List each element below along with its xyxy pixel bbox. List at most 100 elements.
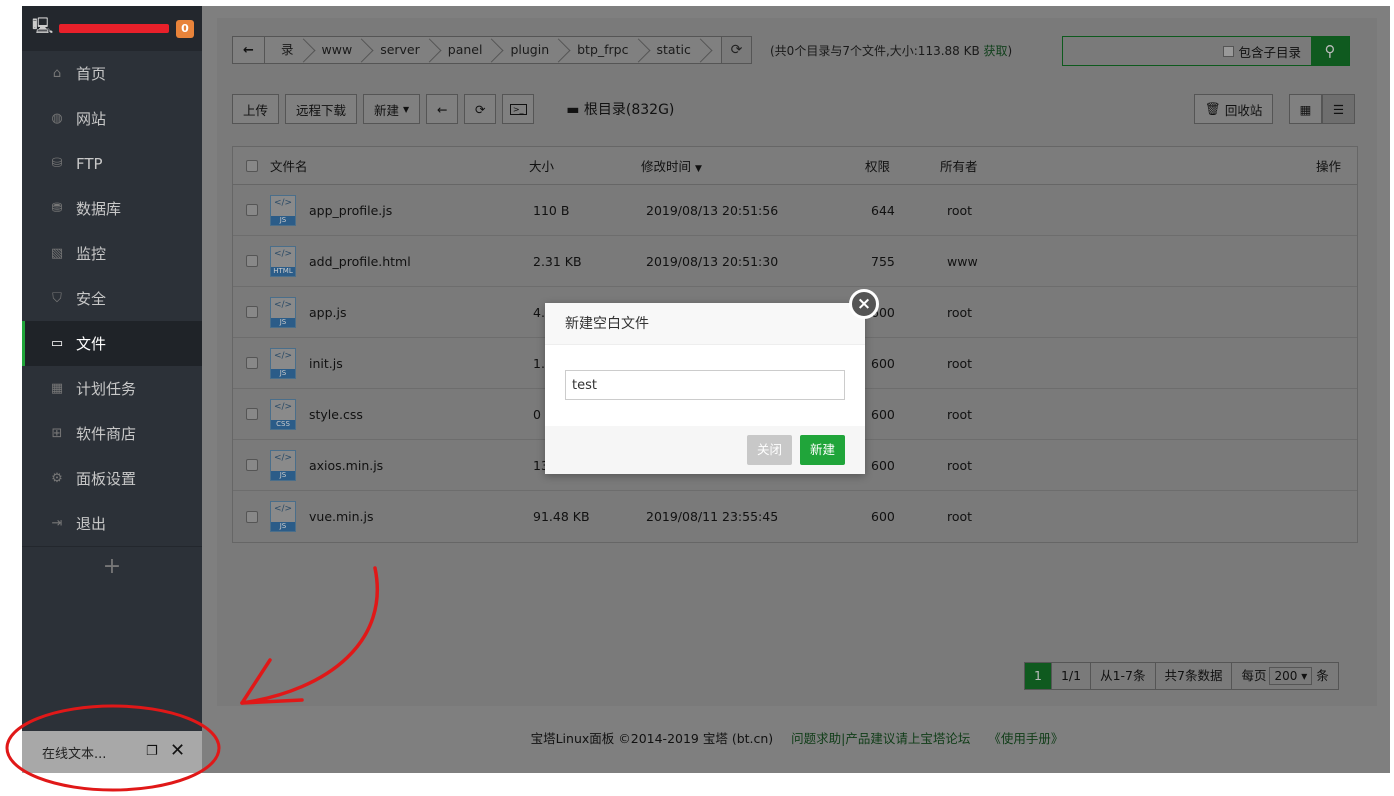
view-switch: ▦ ☰	[1289, 94, 1355, 124]
redacted-hostname	[59, 24, 170, 33]
file-size: 91.48 KB	[533, 509, 590, 524]
notification-badge[interactable]: 0	[176, 20, 194, 38]
refresh-icon: ⟳	[474, 101, 486, 117]
file-name[interactable]: app_profile.js	[309, 203, 392, 218]
col-size[interactable]: 大小	[529, 156, 641, 175]
page-total: 共7条数据	[1156, 663, 1233, 689]
file-name[interactable]: init.js	[309, 356, 343, 371]
row-checkbox[interactable]	[245, 357, 258, 369]
breadcrumb-item[interactable]: panel	[432, 37, 495, 63]
sidebar-item-10[interactable]: ⇥ 退出	[22, 501, 202, 546]
col-owner[interactable]: 所有者	[940, 156, 1040, 175]
search-input[interactable]: 包含子目录	[1063, 37, 1311, 65]
new-file-dialog: 新建空白文件 关闭 新建 ×	[545, 289, 879, 474]
file-mtime: 2019/08/11 23:55:45	[646, 509, 779, 524]
disk-selector[interactable]: ▬ 根目录(832G)	[566, 99, 674, 119]
table-row[interactable]: </> HTML add_profile.html 2.31 KB 2019/08/13…	[233, 236, 1357, 287]
back-button[interactable]: ←	[426, 94, 459, 124]
row-checkbox[interactable]	[245, 306, 258, 318]
grid-view-icon[interactable]: ▦	[1289, 94, 1322, 124]
sidebar-item-3[interactable]: ⛃ 数据库	[22, 186, 202, 231]
breadcrumb-item[interactable]: server	[364, 37, 432, 63]
path-back-icon[interactable]: ←	[233, 37, 265, 63]
add-menu-button[interactable]: +	[22, 546, 202, 586]
file-owner[interactable]: root	[940, 203, 1040, 218]
list-view-icon[interactable]: ☰	[1322, 94, 1355, 124]
caret-down-icon: ▼	[403, 104, 410, 114]
file-perm[interactable]: 644	[865, 203, 940, 218]
file-perm[interactable]: 755	[865, 254, 940, 269]
search-icon[interactable]: ⚲	[1311, 37, 1349, 65]
col-name[interactable]: 文件名	[270, 156, 529, 175]
file-name[interactable]: vue.min.js	[309, 509, 374, 524]
file-owner[interactable]: root	[940, 305, 1040, 320]
close-icon[interactable]: ✕	[170, 740, 185, 761]
row-checkbox[interactable]	[245, 510, 258, 523]
restore-icon[interactable]: ❐	[146, 744, 160, 759]
page-current[interactable]: 1	[1025, 663, 1052, 689]
file-perm[interactable]: 600	[865, 407, 940, 422]
manual-link[interactable]: 《使用手册》	[988, 731, 1063, 746]
terminal-button[interactable]: >_	[502, 94, 535, 124]
breadcrumb-item[interactable]: btp_frpc	[561, 37, 640, 63]
file-name[interactable]: style.css	[309, 407, 363, 422]
file-name[interactable]: add_profile.html	[309, 254, 411, 269]
sidebar-item-0[interactable]: ⌂ 首页	[22, 51, 202, 96]
refresh-button[interactable]: ⟳	[464, 94, 497, 124]
breadcrumb-item[interactable]: 录	[265, 37, 306, 63]
breadcrumb-item[interactable]: static	[641, 37, 703, 63]
forum-link[interactable]: 问题求助|产品建议请上宝塔论坛	[791, 731, 970, 746]
sidebar-item-8[interactable]: ⊞ 软件商店	[22, 411, 202, 456]
row-checkbox[interactable]	[245, 408, 258, 420]
recycle-bin-button[interactable]: 🗑 回收站	[1194, 94, 1274, 124]
file-perm[interactable]: 600	[865, 509, 940, 524]
path-refresh-button[interactable]: ⟳	[722, 36, 752, 64]
include-subdirs-checkbox[interactable]	[1223, 45, 1235, 57]
new-dropdown-button[interactable]: 新建 ▼	[363, 94, 421, 124]
file-name[interactable]: axios.min.js	[309, 458, 383, 473]
per-page-select[interactable]: 200 ▾	[1269, 667, 1313, 685]
fetch-size-link[interactable]: 获取	[984, 44, 1008, 58]
sidebar-item-7[interactable]: ▦ 计划任务	[22, 366, 202, 411]
sidebar-item-4[interactable]: ▧ 监控	[22, 231, 202, 276]
sidebar-item-label: 监控	[76, 245, 107, 263]
file-owner[interactable]: root	[940, 458, 1040, 473]
file-owner[interactable]: www	[940, 254, 1040, 269]
breadcrumb-item[interactable]: plugin	[494, 37, 561, 63]
minimized-window-title: 在线文本...	[42, 746, 107, 762]
row-checkbox[interactable]	[245, 204, 258, 216]
sidebar-item-5[interactable]: ⛉ 安全	[22, 276, 202, 321]
minimized-window[interactable]: 在线文本... ❐ ✕	[22, 731, 202, 773]
database-icon: ⛃	[51, 201, 63, 216]
file-type-tag: JS	[271, 215, 295, 225]
directory-info: (共0个目录与7个文件,大小:113.88 KB 获取)	[770, 43, 1013, 58]
sidebar-item-9[interactable]: ⚙ 面板设置	[22, 456, 202, 501]
file-owner[interactable]: root	[940, 509, 1040, 524]
sidebar: 🖳 0 ⌂ 首页 ◍ 网站 ⛁ FTP ⛃ 数据库 ▧ 监控 ⛉ 安全 ▭ 文件 ▦ 计划任务 ⊞ 软件商店 ⚙ 面板…	[22, 6, 202, 773]
sidebar-item-2[interactable]: ⛁ FTP	[22, 141, 202, 186]
sidebar-item-label: 计划任务	[76, 380, 137, 398]
file-perm[interactable]: 600	[865, 458, 940, 473]
select-all-checkbox[interactable]	[245, 159, 258, 172]
create-button[interactable]: 新建	[799, 435, 845, 465]
row-checkbox[interactable]	[245, 459, 258, 471]
dialog-close-icon[interactable]: ×	[849, 289, 879, 319]
row-checkbox[interactable]	[245, 255, 258, 267]
col-time[interactable]: 修改时间 ▼	[641, 156, 865, 175]
upload-button[interactable]: 上传	[232, 94, 280, 124]
close-button[interactable]: 关闭	[746, 435, 792, 465]
file-perm[interactable]: 600	[865, 356, 940, 371]
sidebar-item-1[interactable]: ◍ 网站	[22, 96, 202, 141]
monitor-chart-icon: ▧	[50, 246, 64, 261]
table-row[interactable]: </> JS vue.min.js 91.48 KB 2019/08/11 23:55:…	[233, 491, 1357, 542]
folder-icon: ▭	[50, 336, 64, 351]
breadcrumb-item[interactable]: www	[306, 37, 365, 63]
file-name[interactable]: app.js	[309, 305, 347, 320]
file-owner[interactable]: root	[940, 407, 1040, 422]
table-row[interactable]: </> JS app_profile.js 110 B 2019/08/13 20:51…	[233, 185, 1357, 236]
sidebar-item-6[interactable]: ▭ 文件	[22, 321, 202, 366]
file-owner[interactable]: root	[940, 356, 1040, 371]
col-perm[interactable]: 权限	[865, 156, 940, 175]
filename-input[interactable]	[565, 370, 845, 400]
remote-download-button[interactable]: 远程下载	[285, 94, 358, 124]
